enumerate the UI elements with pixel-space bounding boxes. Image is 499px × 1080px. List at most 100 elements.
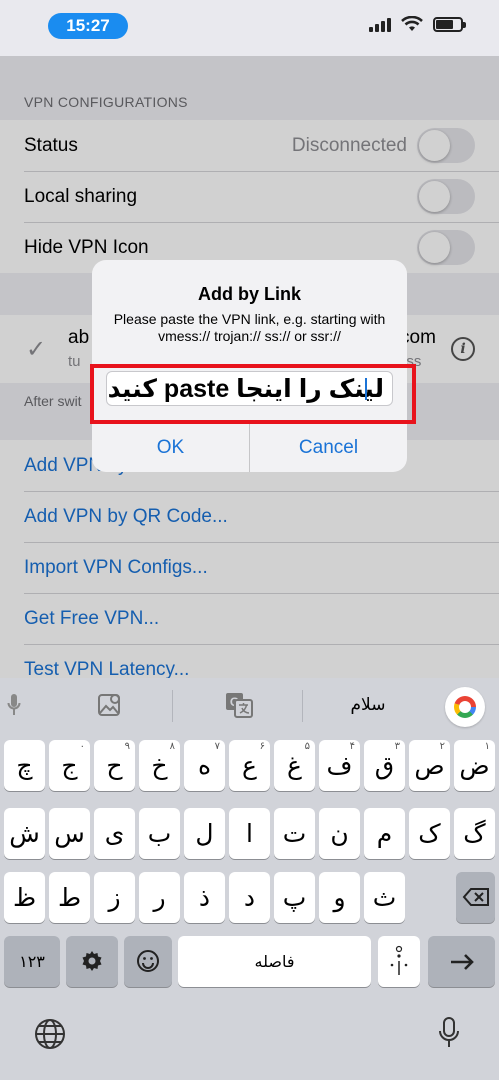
letter-key[interactable]: ل (184, 808, 225, 859)
key-hint: ۹ (124, 741, 130, 752)
key-hint: ۱ (484, 741, 490, 752)
key-label: ذ (198, 883, 211, 912)
key-label: ص (414, 751, 445, 780)
letter-key[interactable]: ف۴ (319, 740, 360, 791)
key-label: ه (197, 751, 212, 780)
key-label: گ (463, 819, 486, 848)
letter-key[interactable]: ه۷ (184, 740, 225, 791)
key-hint: ۶ (259, 741, 265, 752)
image-search-icon[interactable] (94, 690, 126, 720)
dialog-buttons: OK Cancel (92, 423, 407, 472)
key-label: ت (282, 819, 307, 848)
numbers-key[interactable]: ۱۲۳ (4, 936, 60, 987)
key-label: م (376, 819, 393, 848)
dialog-title: Add by Link (198, 284, 301, 304)
letter-key[interactable]: و (319, 872, 360, 923)
key-label: چ (16, 751, 33, 780)
key-label: ش (9, 819, 40, 848)
punctuation-icon (390, 945, 408, 975)
key-label: غ (287, 751, 302, 780)
letter-key[interactable]: م (364, 808, 405, 859)
letter-key[interactable]: ظ (4, 872, 45, 923)
letter-key[interactable]: ت (274, 808, 315, 859)
key-label: ک (418, 819, 441, 848)
emoji-key[interactable] (124, 936, 172, 987)
letter-key[interactable]: ق۳ (364, 740, 405, 791)
letter-key[interactable]: س (49, 808, 90, 859)
letter-key[interactable]: ط (49, 872, 90, 923)
punctuation-key[interactable] (378, 936, 420, 987)
key-hint: ۴ (349, 741, 355, 752)
letter-key[interactable]: ع۶ (229, 740, 270, 791)
letter-key[interactable]: پ (274, 872, 315, 923)
letter-key[interactable]: د (229, 872, 270, 923)
letter-key[interactable]: ح۹ (94, 740, 135, 791)
dialog-message: Please paste the VPN link, e.g. starting… (113, 311, 386, 344)
status-icons (369, 16, 466, 32)
letter-key[interactable]: ث (364, 872, 405, 923)
highlight-annotation-box (90, 364, 416, 424)
key-label: ق (374, 751, 395, 780)
toolbar-separator (172, 690, 173, 722)
status-time[interactable]: 15:27 (48, 13, 128, 39)
letter-key[interactable]: ض۱ (454, 740, 495, 791)
key-hint: ۷ (214, 741, 220, 752)
key-label: ث (372, 883, 397, 912)
letter-key[interactable]: ک (409, 808, 450, 859)
suggestion-word[interactable]: سلام (330, 690, 406, 720)
key-label: و (333, 883, 346, 912)
toolbar-separator (302, 690, 303, 722)
return-key[interactable] (428, 936, 495, 987)
translate-icon[interactable]: G (223, 690, 255, 720)
letter-key[interactable]: ا (229, 808, 270, 859)
microphone-icon[interactable] (4, 690, 24, 720)
key-label: پ (282, 883, 307, 912)
key-hint: ۵ (304, 741, 310, 752)
letter-key[interactable]: ج۰ (49, 740, 90, 791)
key-label: د (243, 883, 256, 912)
key-label: ل (195, 819, 214, 848)
google-logo-icon[interactable] (445, 687, 485, 727)
key-hint: ۲ (439, 741, 445, 752)
status-bar: 15:27 (0, 0, 499, 56)
key-label: ح (106, 751, 123, 780)
key-label: خ (151, 751, 168, 780)
letter-key[interactable]: ص۲ (409, 740, 450, 791)
space-bar[interactable]: فاصله (178, 936, 371, 987)
letter-key[interactable]: ر (139, 872, 180, 923)
letter-key[interactable]: چ (4, 740, 45, 791)
key-label: ض (459, 751, 490, 780)
ok-button[interactable]: OK (92, 424, 249, 472)
key-label: ط (57, 883, 82, 912)
key-label: ن (330, 819, 349, 848)
key-label: ع (242, 751, 257, 780)
key-label: ب (147, 819, 172, 848)
letter-key[interactable]: گ (454, 808, 495, 859)
backspace-icon (462, 888, 489, 906)
key-label: ف (326, 751, 353, 780)
letter-key[interactable]: ش (4, 808, 45, 859)
letter-key[interactable]: ب (139, 808, 180, 859)
letter-key[interactable]: خ۸ (139, 740, 180, 791)
letter-key[interactable]: غ۵ (274, 740, 315, 791)
cellular-signal-icon (369, 16, 391, 32)
letter-key[interactable]: ذ (184, 872, 225, 923)
key-label: ی (104, 819, 125, 848)
delete-key[interactable] (456, 872, 495, 923)
key-label: ز (108, 883, 121, 912)
key-hint: ۳ (394, 741, 400, 752)
smiley-icon (137, 950, 159, 972)
battery-icon (433, 16, 466, 32)
key-label: ر (153, 883, 166, 912)
letter-key[interactable]: ز (94, 872, 135, 923)
keyboard-toolbar: G سلام (0, 678, 499, 734)
key-label: ظ (12, 883, 37, 912)
globe-icon[interactable] (34, 1018, 66, 1055)
key-hint: ۸ (169, 741, 175, 752)
letter-key[interactable]: ی (94, 808, 135, 859)
dictation-microphone-icon[interactable] (437, 1016, 461, 1055)
settings-key[interactable] (66, 936, 118, 987)
cancel-button[interactable]: Cancel (249, 424, 407, 472)
letter-key[interactable]: ن (319, 808, 360, 859)
key-label: س (54, 819, 85, 848)
